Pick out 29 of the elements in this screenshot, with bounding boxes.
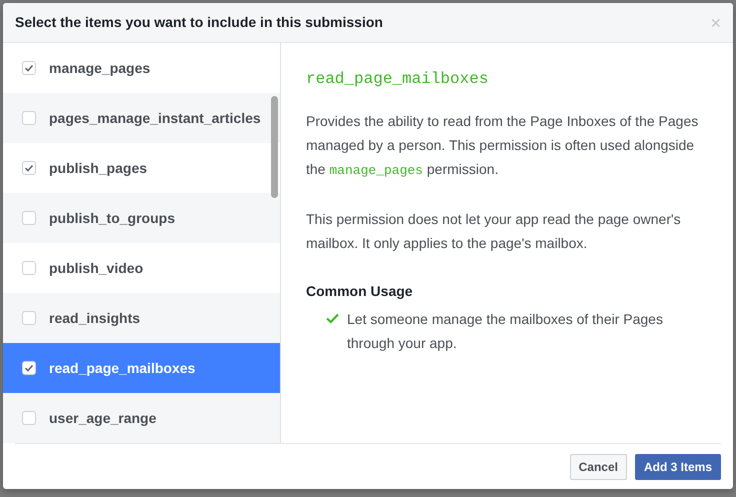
permission-item[interactable]: publish_pages [3,143,280,193]
check-icon [24,363,34,373]
dialog-title: Select the items you want to include in this submission [15,13,384,32]
usage-text: Let someone manage the mailboxes of their Pages through your app. [347,310,664,353]
permission-item[interactable]: pages_manage_instant_articles [3,93,280,143]
checkbox[interactable] [22,211,36,225]
permission-item[interactable]: read_insights [3,293,280,343]
checkbox[interactable] [22,311,36,325]
check-icon [24,63,34,73]
checkbox[interactable] [22,261,36,275]
permission-item[interactable]: read_page_mailboxes [3,343,280,393]
permission-title: read_page_mailboxes [306,69,490,90]
checkbox[interactable] [22,111,36,125]
cancel-button[interactable]: Cancel [570,454,627,480]
permission-item[interactable]: user_age_range [3,393,280,443]
check-icon [24,163,34,173]
add-button[interactable]: Add 3 Items [634,454,721,480]
checkbox[interactable] [22,361,36,375]
permission-item[interactable]: publish_video [3,243,280,293]
checkmark-icon [326,313,339,324]
scrollbar[interactable] [271,96,278,198]
description-text: Provides the ability to read from the Page Inboxes of the Pages managed by a person. This permission is often used alongside the manage_pages permission. [306,112,700,180]
section-heading: Common Usage [306,282,414,301]
permission-item[interactable]: publish_to_groups [3,193,280,243]
checkbox[interactable] [22,61,36,75]
permission-item[interactable]: manage_pages [3,43,280,93]
description-text: This permission does not let your app read the page owner's mailbox. It only applies to the page's mailbox. [306,210,682,253]
checkbox[interactable] [22,161,36,175]
checkbox[interactable] [22,411,36,425]
